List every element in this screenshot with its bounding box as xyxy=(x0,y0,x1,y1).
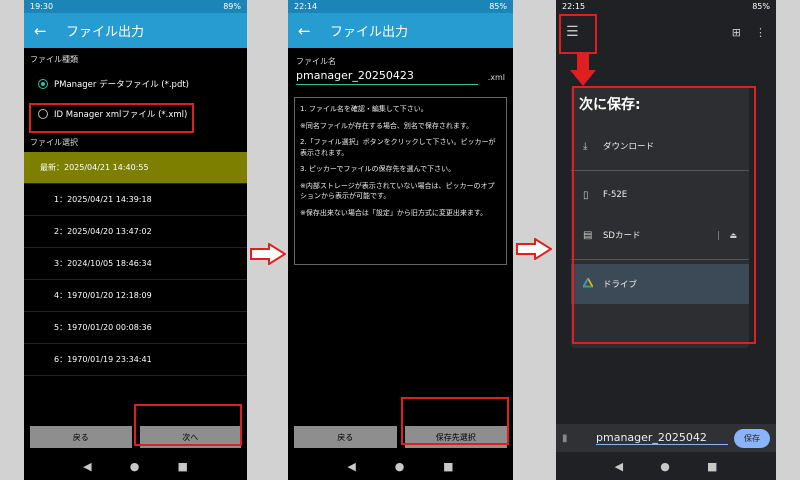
nav-bar: ◀ ● ■ xyxy=(24,452,247,480)
page-title: ファイル出力 xyxy=(66,25,145,40)
button-bar: 戻る 保存先選択 xyxy=(294,426,507,448)
drawer-item-label: SDカード xyxy=(603,231,641,241)
file-item-latest[interactable]: 最新：2025/04/21 14:40:55 xyxy=(24,152,247,184)
file-item[interactable]: 1：2025/04/21 14:39:18 xyxy=(24,184,247,216)
divider xyxy=(571,170,749,171)
file-select-label: ファイル選択 xyxy=(30,138,78,147)
phone-icon: ▯ xyxy=(583,189,589,201)
filename-label: ファイル名 xyxy=(296,57,336,66)
select-destination-button[interactable]: 保存先選択 xyxy=(404,426,507,448)
instruction-text: ※同名ファイルが存在する場合、別名で保存されます。 xyxy=(300,121,474,130)
right-arrow-icon xyxy=(516,238,552,260)
save-button[interactable]: 保存 xyxy=(734,428,770,448)
drawer-item-label: ダウンロード xyxy=(603,142,655,152)
file-type-label: ファイル種類 xyxy=(30,55,78,64)
file-item[interactable]: 5：1970/01/20 00:08:36 xyxy=(24,312,247,344)
radio-on-icon xyxy=(38,79,48,89)
hamburger-menu-icon[interactable]: ☰ xyxy=(566,24,579,40)
nav-recents-icon[interactable]: ■ xyxy=(178,460,188,473)
google-drive-icon xyxy=(582,276,603,291)
battery-level: 85% xyxy=(752,2,770,11)
download-icon: ⤓ xyxy=(583,140,588,152)
picker-top-bar: ☰ ⊞ ⋮ xyxy=(556,13,776,51)
sd-card-icon: ▤ xyxy=(583,229,593,241)
extension-label: .xml xyxy=(487,73,505,82)
back-button[interactable]: 戻る xyxy=(294,426,397,448)
file-list: 最新：2025/04/21 14:40:55 1：2025/04/21 14:3… xyxy=(24,152,247,376)
filename-input[interactable]: pmanager_20250423 xyxy=(296,69,478,85)
status-bar: 22:15 85% xyxy=(556,0,776,13)
back-arrow-icon[interactable]: ← xyxy=(298,22,324,40)
down-arrow-icon xyxy=(570,54,596,86)
instruction-text: 1. ファイル名を確認・編集して下さい。 xyxy=(300,105,428,113)
nav-back-icon[interactable]: ◀ xyxy=(615,460,623,473)
divider xyxy=(571,259,749,260)
eject-icon[interactable]: ⏏ xyxy=(718,230,737,240)
app-bar: ← ファイル出力 xyxy=(288,13,513,48)
picker-filename-input[interactable]: pmanager_2025042 xyxy=(596,431,728,445)
nav-home-icon[interactable]: ● xyxy=(660,460,670,473)
phone-screen-file-type: 19:30 89% ← ファイル出力 ファイル種類 PManager データファ… xyxy=(24,0,247,480)
instruction-text: 3. ピッカーでファイルの保存先を選んで下さい。 xyxy=(300,165,456,173)
file-item[interactable]: 6：1970/01/19 23:34:41 xyxy=(24,344,247,376)
nav-bar: ◀ ● ■ xyxy=(288,452,513,480)
back-button[interactable]: 戻る xyxy=(30,426,132,448)
nav-recents-icon[interactable]: ■ xyxy=(707,460,717,473)
new-folder-icon[interactable]: ⊞ xyxy=(732,26,741,39)
save-location-drawer: 次に保存: ⤓ ダウンロード ▯ F-52E ▤ SDカード ⏏ ドライブ xyxy=(571,86,749,348)
instruction-text: ※保存出来ない場合は「設定」から旧方式に変更出来ます。 xyxy=(300,208,488,217)
picker-bottom-bar: ▮ pmanager_2025042 保存 xyxy=(556,424,776,452)
status-bar: 19:30 89% xyxy=(24,0,247,13)
radio-xml-label: ID Manager xmlファイル (*.xml) xyxy=(54,110,188,120)
file-item[interactable]: 4：1970/01/20 12:18:09 xyxy=(24,280,247,312)
drawer-item-download[interactable]: ⤓ ダウンロード xyxy=(571,126,749,166)
nav-home-icon[interactable]: ● xyxy=(395,460,405,473)
status-bar: 22:14 85% xyxy=(288,0,513,13)
drawer-item-label: F-52E xyxy=(603,190,628,200)
drawer-item-drive[interactable]: ドライブ xyxy=(571,264,749,304)
status-time: 22:14 xyxy=(294,2,318,11)
radio-off-icon xyxy=(38,109,48,119)
file-item[interactable]: 3：2024/10/05 18:46:34 xyxy=(24,248,247,280)
nav-home-icon[interactable]: ● xyxy=(130,460,140,473)
radio-pdt-label: PManager データファイル (*.pdt) xyxy=(54,80,189,90)
instruction-text: ※内部ストレージが表示されていない場合は、ピッカーのオプションから表示が可能です… xyxy=(300,181,495,201)
nav-back-icon[interactable]: ◀ xyxy=(347,460,355,473)
nav-recents-icon[interactable]: ■ xyxy=(443,460,453,473)
next-button[interactable]: 次へ xyxy=(139,426,241,448)
status-time: 22:15 xyxy=(562,2,586,11)
file-item[interactable]: 2：2025/04/20 13:47:02 xyxy=(24,216,247,248)
drawer-item-device[interactable]: ▯ F-52E xyxy=(571,175,749,215)
phone-screen-file-name: 22:14 85% ← ファイル出力 ファイル名 pmanager_202504… xyxy=(288,0,513,480)
right-arrow-icon xyxy=(250,243,286,265)
battery-level: 89% xyxy=(223,2,241,11)
back-arrow-icon[interactable]: ← xyxy=(34,22,60,40)
battery-level: 85% xyxy=(489,2,507,11)
button-bar: 戻る 次へ xyxy=(30,426,241,448)
instruction-text: 2.「ファイル選択」ボタンをクリックして下さい。ピッカーが表示されます。 xyxy=(300,138,496,157)
status-time: 19:30 xyxy=(30,2,54,11)
document-icon: ▮ xyxy=(562,432,568,444)
drawer-item-sdcard[interactable]: ▤ SDカード ⏏ xyxy=(571,215,749,255)
app-bar: ← ファイル出力 xyxy=(24,13,247,48)
filename-row: pmanager_20250423 .xml xyxy=(288,69,513,85)
radio-xml[interactable]: ID Manager xmlファイル (*.xml) xyxy=(24,99,247,129)
page-title: ファイル出力 xyxy=(330,25,409,40)
nav-bar: ◀ ● ■ xyxy=(556,452,776,480)
drawer-title: 次に保存: xyxy=(579,97,641,113)
drawer-item-label: ドライブ xyxy=(603,280,638,290)
more-options-icon[interactable]: ⋮ xyxy=(755,26,766,39)
instructions-box: 1. ファイル名を確認・編集して下さい。 ※同名ファイルが存在する場合、別名で保… xyxy=(294,97,507,265)
drive-logo-icon xyxy=(582,276,594,287)
radio-pdt[interactable]: PManager データファイル (*.pdt) xyxy=(24,69,247,99)
nav-back-icon[interactable]: ◀ xyxy=(83,460,91,473)
